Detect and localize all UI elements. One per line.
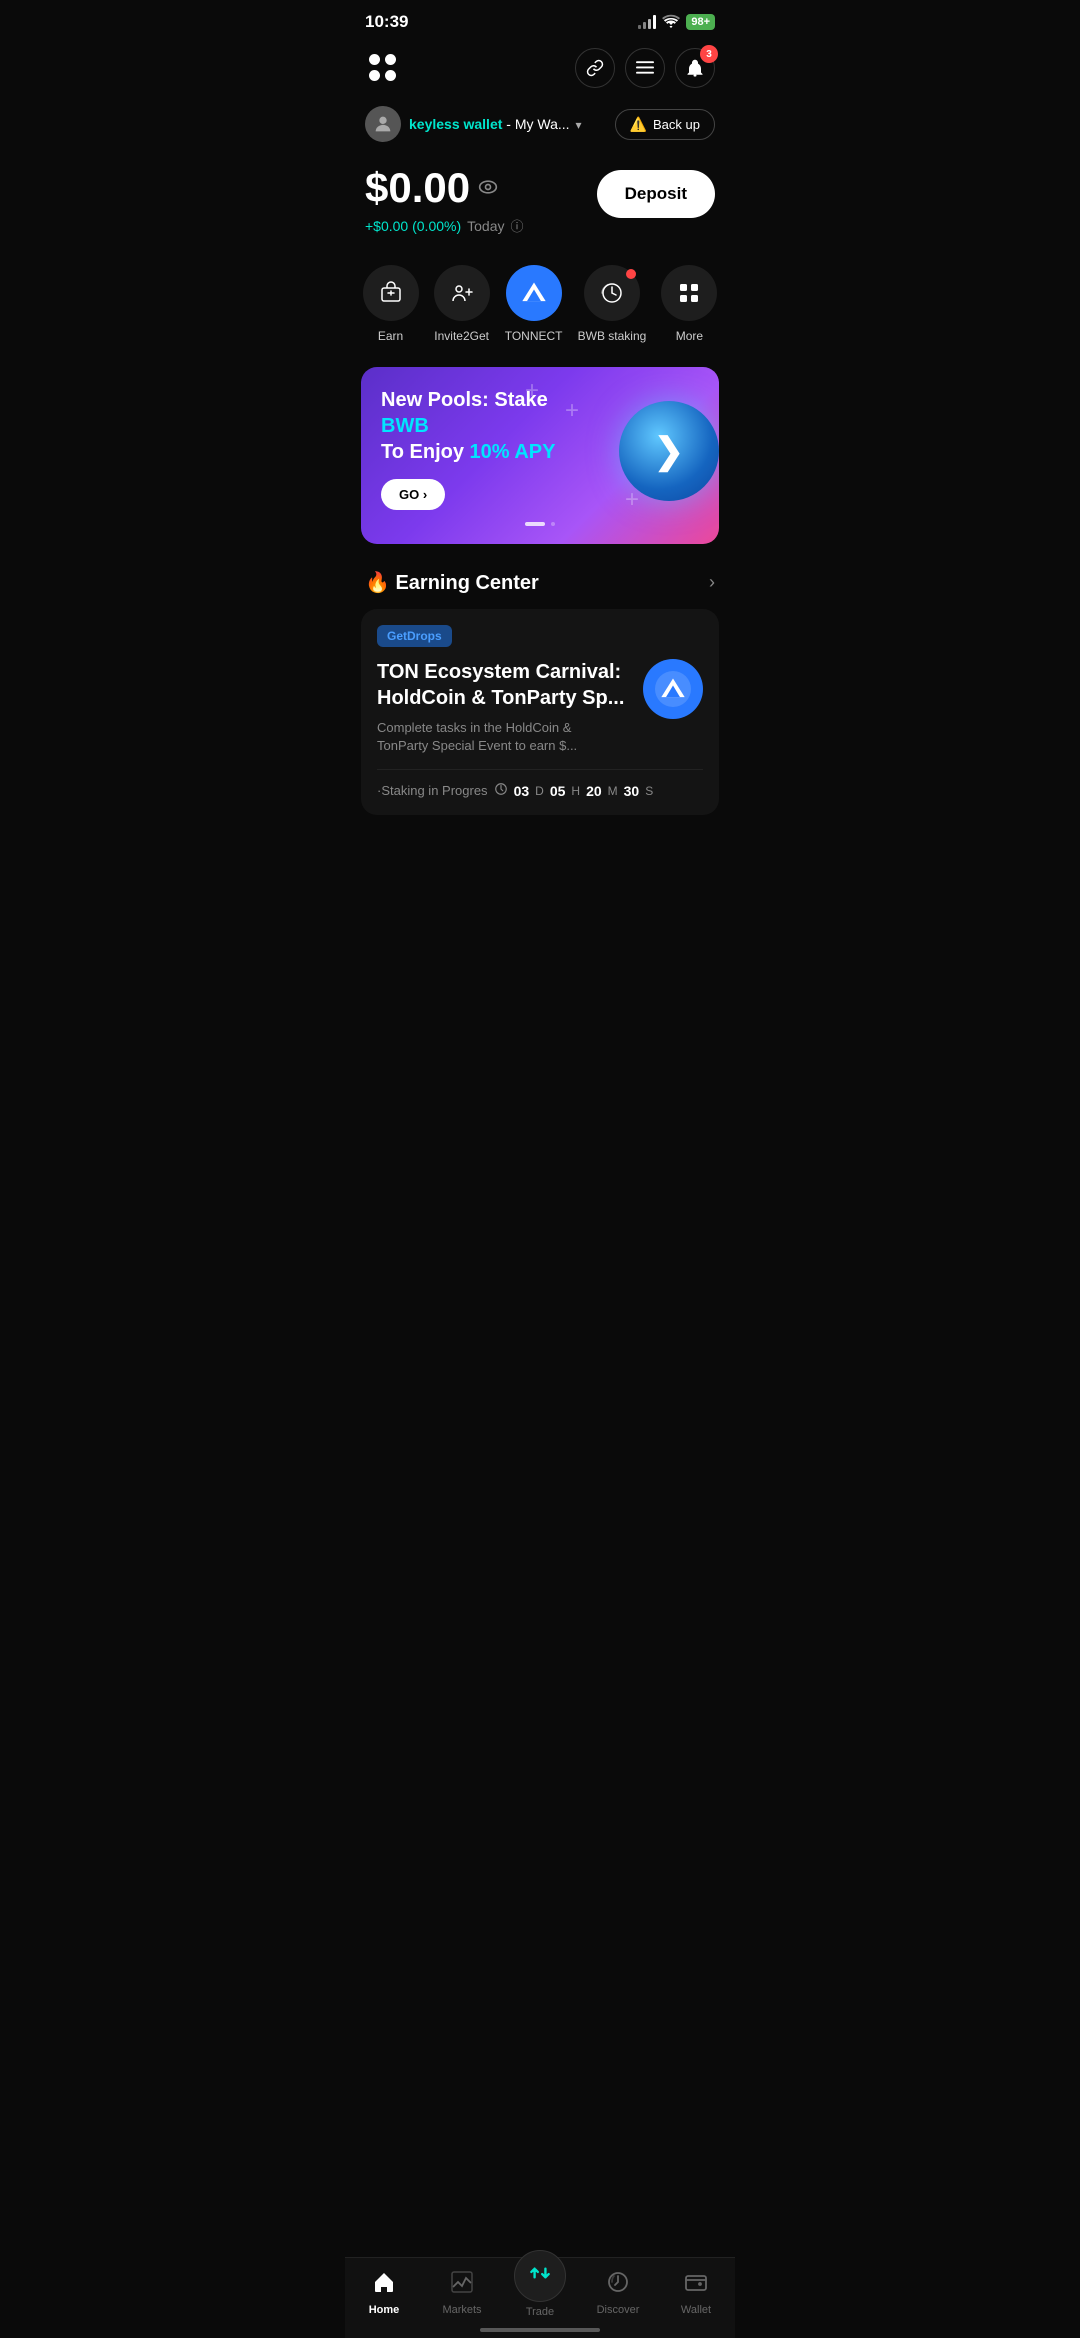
nav-markets-label: Markets: [442, 2304, 481, 2316]
action-earn[interactable]: Earn: [363, 265, 419, 343]
invite-label: Invite2Get: [434, 329, 489, 343]
action-tonnect[interactable]: TONNECT: [505, 265, 563, 343]
nav-wallet-label: Wallet: [681, 2304, 711, 2316]
balance-change: +$0.00 (0.00%) Today ⓘ: [365, 216, 524, 235]
earning-center-title: 🔥 Earning Center: [365, 570, 539, 595]
tonnect-label: TONNECT: [505, 329, 563, 343]
card-desc: Complete tasks in the HoldCoin &TonParty…: [377, 719, 631, 755]
balance-section: $0.00 +$0.00 (0.00%) Today ⓘ Deposit: [345, 156, 735, 255]
action-more[interactable]: More: [661, 265, 717, 343]
notification-badge: 3: [700, 45, 718, 63]
indicator-active: [525, 522, 545, 526]
balance-display: $0.00 +$0.00 (0.00%) Today ⓘ: [365, 164, 524, 235]
action-bwb[interactable]: BWB staking: [578, 265, 647, 343]
nav-home-label: Home: [369, 2304, 400, 2316]
staking-label: ·Staking in Progres: [377, 783, 488, 798]
wallet-avatar: [365, 106, 401, 142]
card-content: TON Ecosystem Carnival:HoldCoin & TonPar…: [377, 659, 703, 755]
card-text: TON Ecosystem Carnival:HoldCoin & TonPar…: [377, 659, 631, 755]
card-timer: ·Staking in Progres 03 D 05 H 20 M 30 S: [377, 769, 703, 799]
nav-wallet[interactable]: Wallet: [657, 2270, 735, 2316]
nav-trade[interactable]: Trade: [501, 2268, 579, 2318]
nav-trade-label: Trade: [526, 2306, 554, 2318]
nav-discover-label: Discover: [597, 2304, 640, 2316]
nav-discover[interactable]: Discover: [579, 2270, 657, 2316]
notification-button[interactable]: 3: [675, 48, 715, 88]
logo[interactable]: [365, 50, 401, 86]
header-actions: 3: [575, 48, 715, 88]
wifi-icon: [662, 14, 680, 31]
clock-icon: [494, 782, 508, 799]
trade-icon: [527, 2260, 553, 2292]
banner-go-button[interactable]: GO ›: [381, 479, 445, 510]
warning-icon: ⚠️: [630, 116, 647, 133]
backup-button[interactable]: ⚠️ Back up: [615, 109, 715, 140]
link-button[interactable]: [575, 48, 615, 88]
card-title: TON Ecosystem Carnival:HoldCoin & TonPar…: [377, 659, 631, 711]
banner-indicator: [381, 522, 699, 526]
bottom-nav: Home Markets Trade Disco: [345, 2257, 735, 2338]
earning-center-header: 🔥 Earning Center ›: [345, 564, 735, 609]
deposit-button[interactable]: Deposit: [597, 170, 715, 218]
card-icon: [643, 659, 703, 719]
balance-amount: $0.00: [365, 164, 524, 212]
decorative-plus-1: +: [525, 377, 539, 405]
status-icons: 98+: [638, 14, 715, 31]
wallet-selector[interactable]: keyless wallet - My Wa... ▾: [365, 106, 581, 142]
action-row: Earn Invite2Get TONNECT: [345, 255, 735, 361]
status-time: 10:39: [365, 12, 408, 32]
menu-button[interactable]: [625, 48, 665, 88]
earning-center-arrow[interactable]: ›: [709, 572, 715, 593]
home-icon: [372, 2270, 396, 2300]
info-icon: ⓘ: [510, 216, 523, 235]
tonnect-icon-circle: [506, 265, 562, 321]
banner-text: New Pools: Stake BWB To Enjoy 10% APY GO…: [381, 387, 572, 510]
status-bar: 10:39 98+: [345, 0, 735, 40]
home-indicator: [480, 2328, 600, 2332]
more-label: More: [676, 329, 703, 343]
wallet-name: keyless wallet - My Wa... ▾: [409, 116, 581, 132]
wallet-row: keyless wallet - My Wa... ▾ ⚠️ Back up: [345, 100, 735, 156]
card-badge: GetDrops: [377, 625, 452, 647]
nav-home[interactable]: Home: [345, 2270, 423, 2316]
nav-markets[interactable]: Markets: [423, 2270, 501, 2316]
signal-icon: [638, 15, 656, 29]
promo-banner[interactable]: + + + New Pools: Stake BWB To Enjoy 10% …: [361, 367, 719, 544]
red-dot-badge: [626, 269, 636, 279]
action-invite[interactable]: Invite2Get: [434, 265, 490, 343]
discover-icon: [606, 2270, 630, 2300]
banner-title: New Pools: Stake BWB To Enjoy 10% APY: [381, 387, 572, 465]
header: 3: [345, 40, 735, 100]
earn-label: Earn: [378, 329, 403, 343]
markets-icon: [450, 2270, 474, 2300]
earning-card[interactable]: GetDrops TON Ecosystem Carnival:HoldCoin…: [361, 609, 719, 815]
invite-icon-circle: [434, 265, 490, 321]
decorative-plus-2: +: [565, 397, 579, 425]
eye-icon[interactable]: [478, 178, 498, 199]
chevron-down-icon: ▾: [575, 118, 581, 132]
earn-icon-circle: [363, 265, 419, 321]
bwb-icon-circle: [584, 265, 640, 321]
bwb-label: BWB staking: [578, 329, 647, 343]
indicator-inactive: [551, 522, 555, 526]
battery-indicator: 98+: [686, 14, 715, 30]
wallet-icon: [684, 2270, 708, 2300]
trade-circle: [514, 2250, 566, 2302]
more-icon-circle: [661, 265, 717, 321]
banner-coin: ❯: [619, 401, 719, 511]
